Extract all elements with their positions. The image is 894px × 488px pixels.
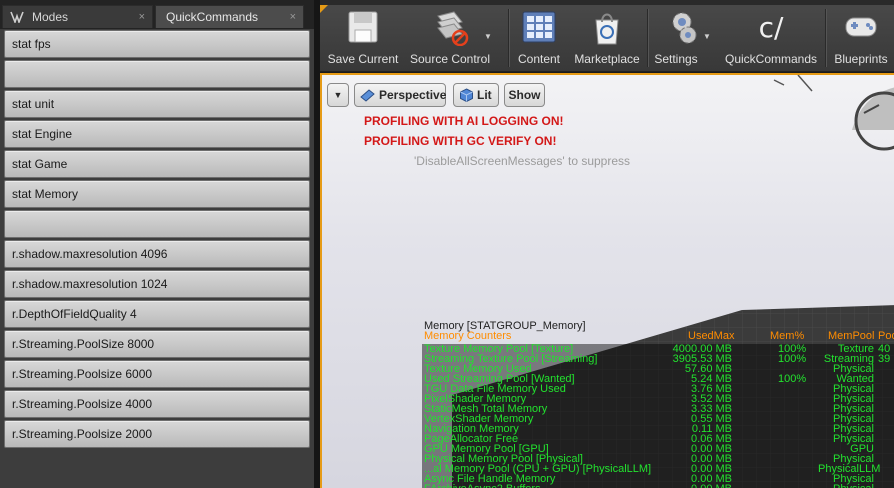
toolbar-separator — [508, 9, 510, 67]
quick-command-button[interactable]: r.Streaming.Poolsize 6000 — [4, 360, 310, 388]
lit-button[interactable]: Lit — [453, 83, 499, 107]
show-label: Show — [508, 88, 541, 102]
show-button[interactable]: Show — [504, 83, 545, 107]
toolbar-top-strip — [320, 0, 894, 5]
quick-command-button[interactable]: r.DepthOfFieldQuality 4 — [4, 300, 310, 328]
viewport-options-button[interactable]: ▼ — [327, 83, 349, 107]
tab-modes[interactable]: Modes × — [2, 5, 153, 28]
quick-command-button[interactable] — [4, 60, 310, 88]
chevron-down-icon[interactable]: ▼ — [703, 32, 711, 41]
quick-command-button[interactable]: stat Game — [4, 150, 310, 178]
perspective-button[interactable]: Perspective — [354, 83, 446, 107]
panel-tab-strip: Modes × QuickCommands × — [0, 0, 314, 29]
source-control-label: Source Control — [409, 52, 491, 66]
lit-label: Lit — [477, 88, 492, 102]
quickcommands-icon: c/ — [758, 11, 784, 44]
quick-command-button[interactable]: stat Memory — [4, 180, 310, 208]
stat-header: MemPool — [828, 330, 875, 342]
profiling-warning: PROFILING WITH AI LOGGING ON! — [364, 114, 564, 128]
suppress-hint: 'DisableAllScreenMessages' to suppress — [414, 154, 631, 168]
blueprints-button[interactable]: Blueprints — [830, 10, 892, 68]
blueprints-icon — [845, 17, 877, 37]
lit-cube-icon — [460, 88, 473, 102]
content-label: Content — [517, 52, 561, 66]
quick-command-button[interactable]: r.Streaming.PoolSize 8000 — [4, 330, 310, 358]
toolbar-separator — [825, 9, 827, 67]
stat-cell-pct: 100% — [778, 353, 807, 365]
save-current-button[interactable]: Save Current — [324, 10, 402, 68]
perspective-label: Perspective — [379, 88, 447, 102]
settings-button[interactable]: ▼ Settings — [652, 10, 716, 68]
tab-quickcommands[interactable]: QuickCommands × — [155, 5, 304, 28]
source-control-icon — [437, 11, 469, 46]
chevron-down-icon[interactable]: ▼ — [484, 32, 492, 41]
stat-header: Mem% — [770, 330, 805, 342]
save-icon — [348, 11, 378, 43]
modes-icon — [10, 11, 24, 23]
chevron-down-icon: ▼ — [333, 90, 343, 100]
stat-header: Poo — [878, 330, 894, 342]
profiling-warning: PROFILING WITH GC VERIFY ON! — [364, 134, 557, 148]
quickcommands-button[interactable]: c/ QuickCommands — [722, 10, 820, 68]
perspective-icon — [360, 89, 375, 102]
viewport-gizmo — [854, 91, 894, 151]
command-list: stat fps stat unit stat Engine stat Game sta… — [4, 30, 310, 450]
quick-command-button[interactable]: r.Streaming.Poolsize 2000 — [4, 420, 310, 448]
source-control-button[interactable]: ▼ Source Control — [406, 10, 494, 68]
stat-rows: Texture Memory Pool [Texture] 4000.00 MB 1… — [422, 344, 894, 488]
tab-modes-label: Modes — [32, 10, 69, 24]
quick-command-button[interactable]: r.shadow.maxresolution 4096 — [4, 240, 310, 268]
stat-cell-pool: Physical — [818, 484, 874, 488]
stat-cell-used: 0.00 MB — [691, 484, 732, 488]
settings-label: Settings — [654, 52, 698, 66]
stat-header: Memory Counters — [424, 330, 512, 342]
stat-row: FArchiveAsync2 Buffers 0.00 MB Physical — [422, 484, 894, 488]
quick-command-button[interactable]: r.Streaming.Poolsize 4000 — [4, 390, 310, 418]
quick-command-button[interactable]: stat Engine — [4, 120, 310, 148]
toolbar-separator — [647, 9, 649, 67]
stat-cell-extra: 39 — [878, 353, 891, 365]
quick-commands-panel: Modes × QuickCommands × stat fps stat uni… — [0, 0, 314, 488]
quick-command-button[interactable] — [4, 210, 310, 238]
content-button[interactable]: Content — [514, 10, 564, 68]
tab-quickcommands-label: QuickCommands — [166, 10, 259, 24]
save-current-label: Save Current — [327, 52, 399, 66]
close-icon[interactable]: × — [139, 6, 145, 28]
marketplace-label: Marketplace — [574, 52, 640, 66]
blueprints-label: Blueprints — [834, 52, 888, 66]
content-icon — [522, 11, 556, 43]
quick-command-button[interactable]: stat unit — [4, 90, 310, 118]
settings-icon — [672, 12, 697, 44]
stat-headers: Memory Counters UsedMax Mem% MemPool Poo — [424, 330, 894, 342]
marketplace-button[interactable]: Marketplace — [570, 10, 644, 68]
marketplace-icon — [595, 13, 619, 45]
close-icon[interactable]: × — [290, 6, 296, 28]
stat-cell-pct: 100% — [778, 373, 807, 385]
quick-command-button[interactable]: r.shadow.maxresolution 1024 — [4, 270, 310, 298]
stat-header: UsedMax — [688, 330, 735, 342]
quickcommands-label: QuickCommands — [724, 52, 818, 66]
quick-command-button[interactable]: stat fps — [4, 30, 310, 58]
level-viewport[interactable]: ▼ Perspective Lit Show PROFILING WITH AI… — [320, 73, 894, 488]
stat-cell-name: FArchiveAsync2 Buffers — [424, 484, 541, 488]
